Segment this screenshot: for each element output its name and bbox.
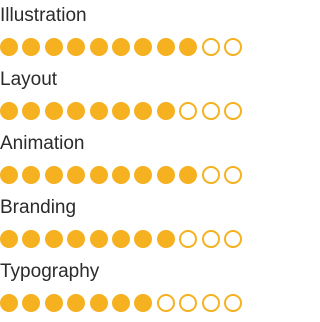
skill-typography: Typography xyxy=(0,256,277,320)
rating-dot-empty xyxy=(179,102,198,120)
rating-dot-filled xyxy=(67,230,86,248)
rating-dot-filled xyxy=(89,294,108,312)
skill-label: Typography xyxy=(0,261,100,282)
skill-label: Animation xyxy=(0,133,85,154)
rating-dot-filled xyxy=(134,102,153,120)
rating-dot-filled xyxy=(22,102,41,120)
rating-dot-empty xyxy=(201,166,220,184)
rating-dot-empty xyxy=(156,294,175,312)
rating-dot-filled xyxy=(0,102,18,120)
skill-branding: Branding xyxy=(0,192,277,256)
rating-dot-filled xyxy=(89,102,108,120)
rating-dot-filled xyxy=(67,102,86,120)
skill-rating xyxy=(0,166,246,184)
skill-animation: Animation xyxy=(0,128,277,192)
rating-dot-filled xyxy=(67,166,86,184)
rating-dot-filled xyxy=(156,38,175,56)
rating-dot-filled xyxy=(156,166,175,184)
rating-dot-empty xyxy=(223,230,242,248)
skill-label: Branding xyxy=(0,197,77,218)
rating-dot-filled xyxy=(67,294,86,312)
skill-illustration: Illustration xyxy=(0,0,277,64)
skill-layout: Layout xyxy=(0,64,277,128)
rating-dot-filled xyxy=(22,294,41,312)
rating-dot-filled xyxy=(111,230,130,248)
rating-dot-filled xyxy=(0,294,18,312)
rating-dot-filled xyxy=(89,166,108,184)
rating-dot-empty xyxy=(223,38,242,56)
rating-dot-filled xyxy=(111,294,130,312)
rating-dot-filled xyxy=(134,166,153,184)
rating-dot-filled xyxy=(22,166,41,184)
rating-dot-filled xyxy=(134,294,153,312)
rating-dot-filled xyxy=(111,102,130,120)
rating-dot-filled xyxy=(0,166,18,184)
rating-dot-filled xyxy=(44,294,63,312)
rating-dot-empty xyxy=(223,294,242,312)
rating-dot-filled xyxy=(111,166,130,184)
rating-dot-filled xyxy=(89,230,108,248)
rating-dot-filled xyxy=(44,166,63,184)
rating-dot-filled xyxy=(44,38,63,56)
rating-dot-filled xyxy=(156,102,175,120)
rating-dot-empty xyxy=(201,294,220,312)
rating-dot-empty xyxy=(201,230,220,248)
rating-dot-empty xyxy=(179,294,198,312)
rating-dot-filled xyxy=(134,230,153,248)
rating-dot-filled xyxy=(22,38,41,56)
rating-dot-empty xyxy=(201,102,220,120)
rating-dot-empty xyxy=(223,166,242,184)
skill-rating xyxy=(0,38,246,56)
skills-list: Illustration Layout Animation Branding T… xyxy=(0,0,277,320)
skill-rating xyxy=(0,102,246,120)
rating-dot-filled xyxy=(179,166,198,184)
rating-dot-empty xyxy=(201,38,220,56)
rating-dot-empty xyxy=(223,102,242,120)
rating-dot-filled xyxy=(44,230,63,248)
rating-dot-filled xyxy=(44,102,63,120)
skill-label: Illustration xyxy=(0,5,87,26)
rating-dot-empty xyxy=(179,230,198,248)
rating-dot-filled xyxy=(22,230,41,248)
rating-dot-filled xyxy=(0,230,18,248)
skill-rating xyxy=(0,294,246,312)
skill-label: Layout xyxy=(0,69,58,90)
rating-dot-filled xyxy=(156,230,175,248)
rating-dot-filled xyxy=(67,38,86,56)
rating-dot-filled xyxy=(111,38,130,56)
rating-dot-filled xyxy=(134,38,153,56)
rating-dot-filled xyxy=(179,38,198,56)
rating-dot-filled xyxy=(0,38,18,56)
rating-dot-filled xyxy=(89,38,108,56)
skill-rating xyxy=(0,230,246,248)
